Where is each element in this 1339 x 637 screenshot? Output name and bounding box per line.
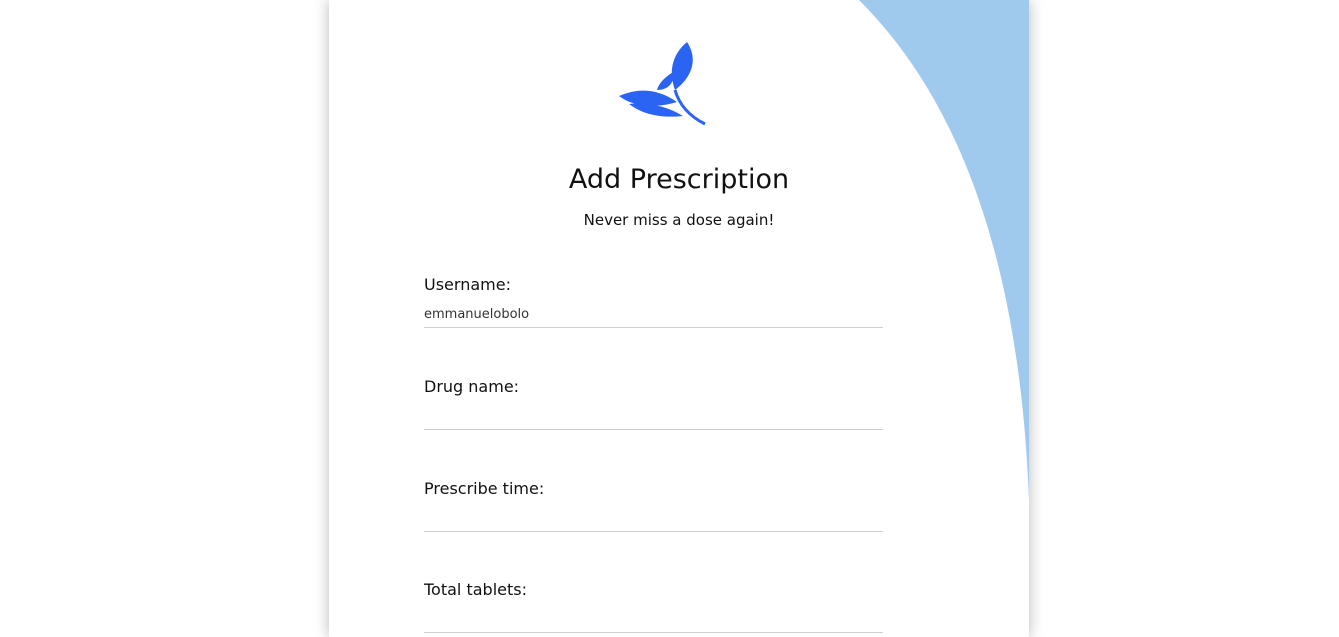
username-input[interactable] xyxy=(424,301,883,328)
username-label: Username: xyxy=(424,275,511,294)
total-tablets-field-group: Total tablets: xyxy=(424,579,883,633)
drug-name-input[interactable] xyxy=(424,403,883,430)
page-subtitle: Never miss a dose again! xyxy=(583,211,775,229)
prescribe-time-input[interactable] xyxy=(424,505,883,532)
prescribe-time-field-group: Prescribe time: xyxy=(424,478,883,532)
page-title: Add Prescription xyxy=(568,164,790,195)
drug-name-label: Drug name: xyxy=(424,377,520,396)
prescription-card: Add Prescription Never miss a dose again… xyxy=(329,0,1029,637)
prescribe-time-label: Prescribe time: xyxy=(424,479,545,498)
total-tablets-label: Total tablets: xyxy=(424,580,527,599)
leaf-logo-icon xyxy=(617,38,709,128)
total-tablets-input[interactable] xyxy=(424,606,883,633)
username-field-group: Username: xyxy=(424,274,883,328)
drug-name-field-group: Drug name: xyxy=(424,376,883,430)
